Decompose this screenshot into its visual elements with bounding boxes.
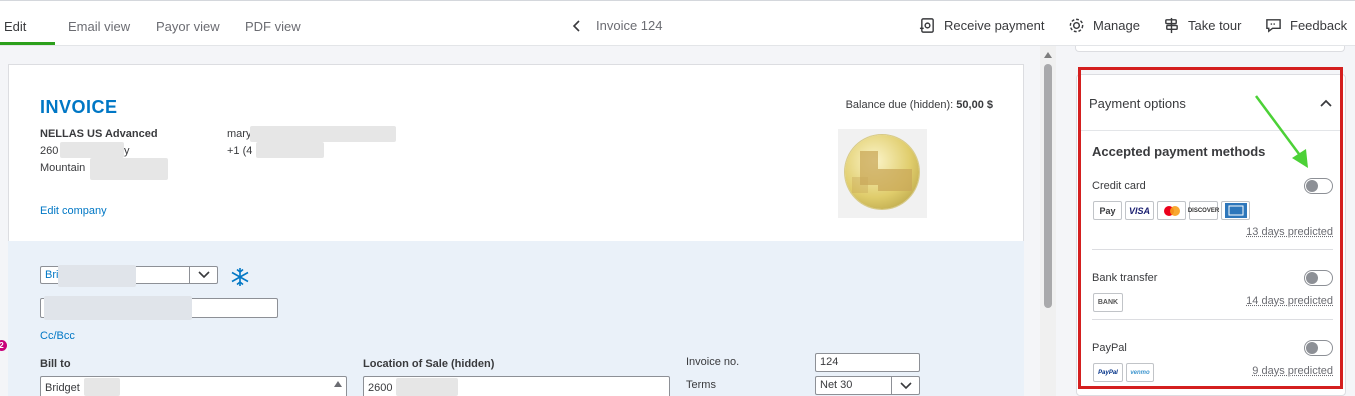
scroll-up-arrow-icon[interactable] xyxy=(1044,52,1052,58)
redacted-block xyxy=(396,378,458,396)
tab-pdf-view[interactable]: PDF view xyxy=(245,19,301,34)
tab-payor-view[interactable]: Payor view xyxy=(156,19,220,34)
company-address-line1: 260 xyxy=(40,145,58,157)
balance-due-value: 50,00 $ xyxy=(956,99,993,111)
invoice-no-label: Invoice no. xyxy=(686,356,739,368)
chevron-down-icon[interactable] xyxy=(189,267,217,283)
balance-due-label: Balance due (hidden): xyxy=(846,99,954,111)
cc-bcc-link[interactable]: Cc/Bcc xyxy=(40,330,75,342)
signpost-icon xyxy=(1163,17,1180,34)
scroll-up-icon[interactable] xyxy=(334,381,342,387)
company-name: NELLAS US Advanced xyxy=(40,128,158,140)
invoice-no-value: 124 xyxy=(820,356,838,368)
annotation-arrow-icon xyxy=(1250,92,1316,174)
asterisk-star-icon[interactable] xyxy=(229,266,251,288)
scrollbar-thumb[interactable] xyxy=(1044,64,1052,308)
invoice-heading: INVOICE xyxy=(40,97,118,118)
feedback-label: Feedback xyxy=(1290,18,1347,33)
company-address-line2: Mountain xyxy=(40,162,85,174)
redacted-block xyxy=(250,126,396,142)
balance-due: Balance due (hidden): 50,00 $ xyxy=(790,99,993,111)
invoice-navigation: Invoice 124 xyxy=(572,18,663,33)
take-tour-button[interactable]: Take tour xyxy=(1163,17,1241,34)
terms-label: Terms xyxy=(686,379,716,391)
receive-payment-button[interactable]: Receive payment xyxy=(919,17,1044,34)
redacted-block xyxy=(60,142,124,158)
previous-card-edge xyxy=(1075,46,1345,52)
customer-select-value: Bri xyxy=(45,269,58,281)
manage-label: Manage xyxy=(1093,18,1140,33)
tab-edit[interactable]: Edit xyxy=(4,19,26,34)
terms-select[interactable]: Net 30 xyxy=(815,376,920,395)
receive-payment-label: Receive payment xyxy=(944,18,1044,33)
redacted-block xyxy=(256,142,324,158)
redacted-block xyxy=(44,296,192,320)
gear-icon xyxy=(1068,17,1085,34)
tab-email-view[interactable]: Email view xyxy=(68,19,130,34)
terms-value: Net 30 xyxy=(820,379,852,391)
logo-pixel xyxy=(852,177,868,193)
manage-button[interactable]: Manage xyxy=(1068,17,1140,34)
company-email: mary xyxy=(227,128,251,140)
top-bar: Edit Email view Payor view PDF view Invo… xyxy=(0,0,1355,46)
invoice-title: Invoice 124 xyxy=(596,18,663,33)
location-of-sale-label: Location of Sale (hidden) xyxy=(363,358,494,370)
chevron-left-icon[interactable] xyxy=(572,20,582,32)
bill-to-label: Bill to xyxy=(40,358,71,370)
logo-pixel xyxy=(878,169,912,191)
redacted-block xyxy=(90,158,168,180)
company-address-line1-tail: y xyxy=(124,145,130,157)
chat-bubble-icon xyxy=(1265,17,1282,34)
chevron-down-icon[interactable] xyxy=(891,377,919,394)
company-logo[interactable] xyxy=(838,129,927,218)
take-tour-label: Take tour xyxy=(1188,18,1241,33)
bill-to-value: Bridget xyxy=(45,382,80,394)
invoice-no-input[interactable]: 124 xyxy=(815,353,920,372)
edit-company-link[interactable]: Edit company xyxy=(40,205,107,217)
active-tab-indicator xyxy=(0,42,55,45)
location-of-sale-value: 2600 xyxy=(368,382,392,394)
redacted-block xyxy=(84,378,120,396)
redacted-block xyxy=(58,265,136,287)
company-phone: +1 (4 xyxy=(227,145,252,157)
feedback-button[interactable]: Feedback xyxy=(1265,17,1347,34)
receive-payment-icon xyxy=(919,17,936,34)
invoice-scrollbar[interactable] xyxy=(1040,46,1056,396)
